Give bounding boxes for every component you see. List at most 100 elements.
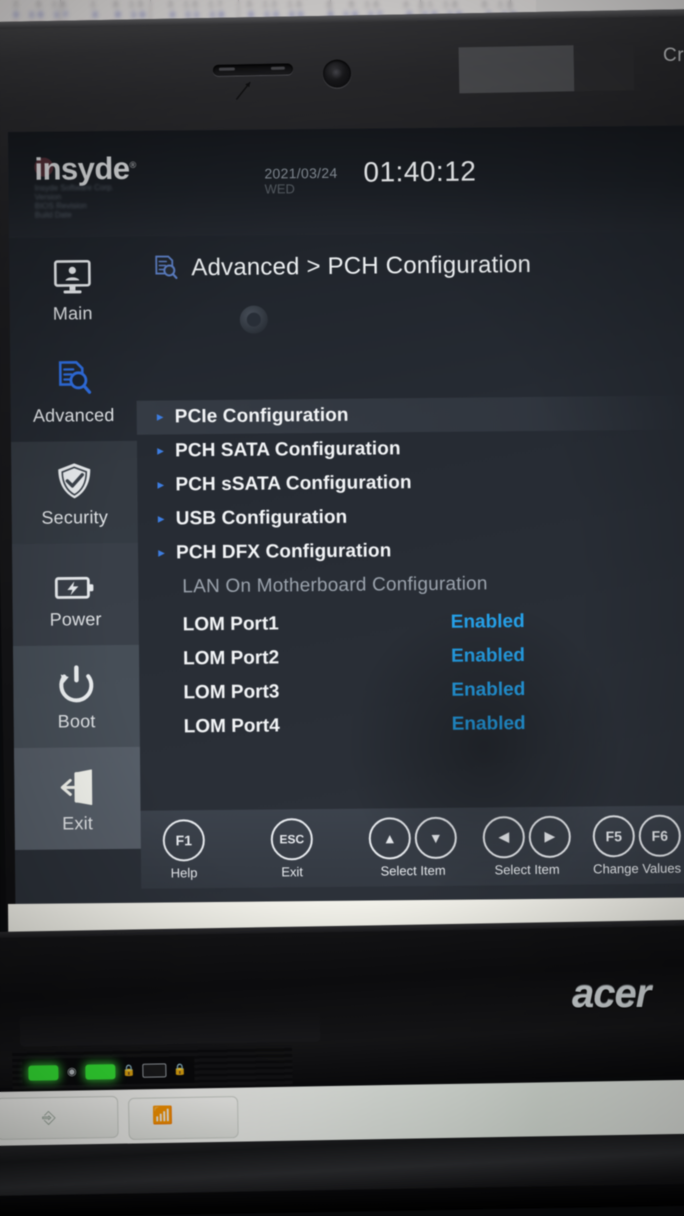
setting-row-lom-port2[interactable]: LOM Port2 Enabled	[139, 637, 684, 676]
document-search-icon	[51, 355, 95, 399]
setting-value[interactable]: Enabled	[451, 611, 525, 634]
submenu-item-label: PCIe Configuration	[174, 404, 349, 428]
function-group-change-values[interactable]: F5 F6 Change Values	[592, 814, 682, 876]
function-key-cap-left[interactable]	[0, 1095, 119, 1140]
function-group-exit[interactable]: ESC Exit	[270, 817, 314, 879]
bios-header: insyde® Insyde Software Corp. Version BI…	[8, 125, 684, 238]
base-vent-groove	[19, 1011, 321, 1047]
submenu-item-label: PCH sSATA Configuration	[175, 472, 412, 496]
setting-value[interactable]: Enabled	[451, 679, 525, 702]
bios-screen: insyde® Insyde Software Corp. Version BI…	[8, 125, 684, 904]
battery-led	[85, 1063, 116, 1080]
sidebar-item-power[interactable]: Power	[11, 542, 139, 646]
function-label: Select Item	[494, 861, 560, 877]
chevron-right-icon: ►	[154, 411, 166, 424]
lan-settings-list: LOM Port1 Enabled LOM Port2 Enabled LOM …	[139, 603, 684, 744]
submenu-item-label: PCH DFX Configuration	[175, 540, 392, 564]
insyde-trademark: ®	[129, 159, 136, 170]
chevron-right-icon: ►	[155, 478, 167, 492]
sidebar-item-label: Power	[49, 608, 102, 630]
function-key-bar: F1 Help ESC Exit ▲ ▼ Select Item ◀ ▶ Sel…	[140, 805, 684, 889]
power-led	[28, 1064, 59, 1081]
function-key-cap-right[interactable]	[128, 1096, 239, 1140]
function-label: Select Item	[380, 862, 446, 878]
shield-check-icon	[53, 457, 95, 501]
function-group-select-item-horizontal[interactable]: ◀ ▶ Select Item	[482, 815, 572, 877]
arrow-up-icon[interactable]: ▲	[368, 816, 411, 860]
chevron-right-icon: ►	[155, 512, 167, 526]
sidebar-item-label: Security	[41, 506, 109, 528]
submenu-list: ► PCIe Configuration ► PCH SATA Configur…	[136, 395, 684, 570]
wifi-key-glyph: 📶	[151, 1105, 174, 1126]
battery-status-icon: ◉	[66, 1065, 77, 1078]
insyde-vendor-name: insyde	[34, 150, 130, 187]
insyde-subtext-line: Build Date	[34, 210, 72, 220]
bios-sidebar: Main Advanced Security Power Boot Exit	[9, 237, 141, 904]
setting-row-lom-port3[interactable]: LOM Port3 Enabled	[139, 671, 684, 710]
arrow-left-icon[interactable]: ◀	[482, 815, 525, 858]
mic-arrow-marking	[235, 81, 251, 100]
insyde-subtext: Insyde Software Corp. Version BIOS Revis…	[34, 182, 244, 220]
system-date: 2021/03/24	[264, 164, 338, 182]
acer-brand-logo: acer	[572, 972, 651, 1016]
bezel-panel-dark	[573, 44, 635, 92]
function-group-help[interactable]: F1 Help	[162, 818, 206, 880]
submenu-item-label: PCH SATA Configuration	[174, 438, 401, 462]
setting-label: LOM Port1	[182, 613, 279, 636]
system-time: 01:40:12	[363, 155, 477, 188]
photo-scene: 2 9 16 1 8 15 3 10 17 5 12 19 2 9 16 4 1…	[0, 0, 684, 1216]
key-esc[interactable]: ESC	[270, 817, 313, 861]
setting-row-lom-port1[interactable]: LOM Port1 Enabled	[139, 603, 684, 642]
function-group-select-item-vertical[interactable]: ▲ ▼ Select Item	[368, 816, 458, 878]
document-search-icon	[153, 254, 179, 282]
power-symbol-key-glyph: ⎆	[41, 1107, 56, 1128]
setting-row-lom-port4[interactable]: LOM Port4 Enabled	[140, 705, 684, 744]
submenu-item-usb-configuration[interactable]: ► USB Configuration	[138, 497, 684, 536]
caps-lock-icon: 🔒	[122, 1064, 137, 1077]
function-label: Help	[170, 864, 198, 880]
function-label: Exit	[281, 863, 304, 879]
sidebar-item-label: Exit	[62, 812, 94, 834]
submenu-item-pch-ssata-configuration[interactable]: ► PCH sSATA Configuration	[137, 463, 684, 502]
sidebar-item-main[interactable]: Main	[9, 237, 136, 340]
setting-value[interactable]: Enabled	[451, 645, 525, 668]
section-heading-lan: LAN On Motherboard Configuration	[182, 573, 488, 598]
bezel-panel-light	[458, 45, 575, 94]
num-lock-indicator	[142, 1063, 167, 1078]
microphone-slot	[212, 63, 294, 76]
submenu-item-label: USB Configuration	[175, 506, 348, 530]
setting-label: LOM Port4	[183, 715, 280, 738]
sidebar-item-label: Boot	[57, 710, 96, 732]
function-label: Change Values	[593, 860, 682, 876]
sidebar-item-boot[interactable]: Boot	[12, 644, 140, 748]
power-refresh-icon	[55, 661, 97, 705]
sidebar-item-security[interactable]: Security	[10, 440, 138, 544]
sidebar-item-label: Advanced	[32, 404, 115, 426]
page-title: Advanced > PCH Configuration	[191, 250, 532, 282]
key-f1[interactable]: F1	[162, 818, 206, 862]
sidebar-item-exit[interactable]: Exit	[13, 746, 141, 850]
exit-door-icon	[55, 763, 99, 807]
key-f5[interactable]: F5	[592, 814, 635, 857]
monitor-user-icon	[50, 253, 94, 297]
scroll-lock-icon: 🔒	[173, 1063, 188, 1076]
submenu-item-pch-sata-configuration[interactable]: ► PCH SATA Configuration	[137, 429, 684, 468]
sidebar-item-advanced[interactable]: Advanced	[10, 339, 137, 442]
chevron-right-icon: ►	[155, 444, 167, 458]
breadcrumb: Advanced > PCH Configuration	[153, 251, 531, 283]
bezel-partial-text: Cr	[663, 45, 684, 66]
setting-value[interactable]: Enabled	[452, 713, 526, 736]
system-weekday: WED	[264, 181, 295, 197]
submenu-item-pch-dfx-configuration[interactable]: ► PCH DFX Configuration	[138, 531, 684, 570]
bios-content: Advanced > PCH Configuration ► PCIe Conf…	[135, 232, 684, 903]
battery-bolt-icon	[52, 559, 98, 603]
setting-label: LOM Port3	[183, 681, 280, 704]
key-f6[interactable]: F6	[638, 814, 681, 857]
webcam-lens	[322, 59, 352, 88]
chevron-right-icon: ►	[155, 546, 167, 560]
arrow-down-icon[interactable]: ▼	[414, 816, 457, 859]
sidebar-item-label: Main	[52, 302, 93, 324]
setting-label: LOM Port2	[182, 647, 280, 670]
arrow-right-icon[interactable]: ▶	[528, 815, 571, 858]
submenu-item-pcie-configuration[interactable]: ► PCIe Configuration	[136, 395, 684, 435]
